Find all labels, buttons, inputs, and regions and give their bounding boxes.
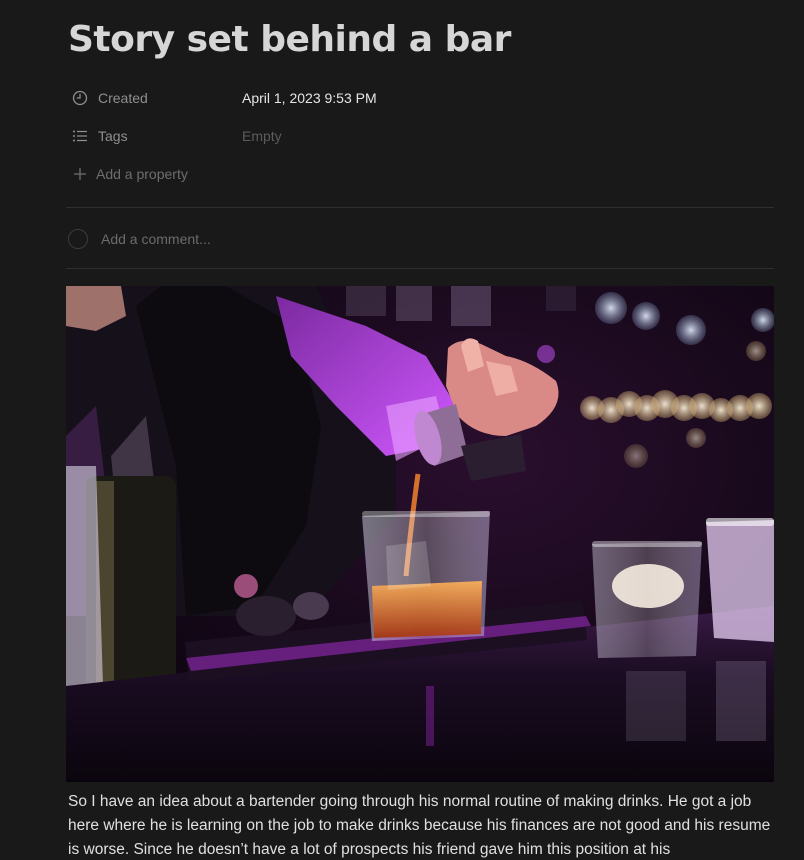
cover-image[interactable] xyxy=(66,286,774,782)
page-title[interactable]: Story set behind a bar xyxy=(68,14,511,66)
notion-page: Story set behind a bar Created April 1, … xyxy=(0,0,804,860)
property-label-wrapper[interactable]: Created xyxy=(66,89,242,107)
plus-icon xyxy=(71,165,89,183)
clock-icon xyxy=(71,89,89,107)
property-value-tags[interactable]: Empty xyxy=(242,128,282,144)
property-label-tags: Tags xyxy=(98,128,128,144)
property-value-created[interactable]: April 1, 2023 9:53 PM xyxy=(242,90,377,106)
bartender-photo xyxy=(66,286,774,782)
divider xyxy=(66,207,774,208)
avatar xyxy=(68,229,88,249)
comment-input[interactable]: Add a comment... xyxy=(68,227,211,251)
add-property-button[interactable]: Add a property xyxy=(66,159,774,189)
body-paragraph[interactable]: So I have an idea about a bartender goin… xyxy=(68,790,778,860)
property-created[interactable]: Created April 1, 2023 9:53 PM xyxy=(66,83,774,113)
add-property-label: Add a property xyxy=(96,166,188,182)
list-icon xyxy=(71,127,89,145)
divider xyxy=(66,268,774,269)
property-label-wrapper[interactable]: Tags xyxy=(66,127,242,145)
comment-placeholder: Add a comment... xyxy=(101,231,211,247)
property-tags[interactable]: Tags Empty xyxy=(66,121,774,151)
property-label-created: Created xyxy=(98,90,148,106)
